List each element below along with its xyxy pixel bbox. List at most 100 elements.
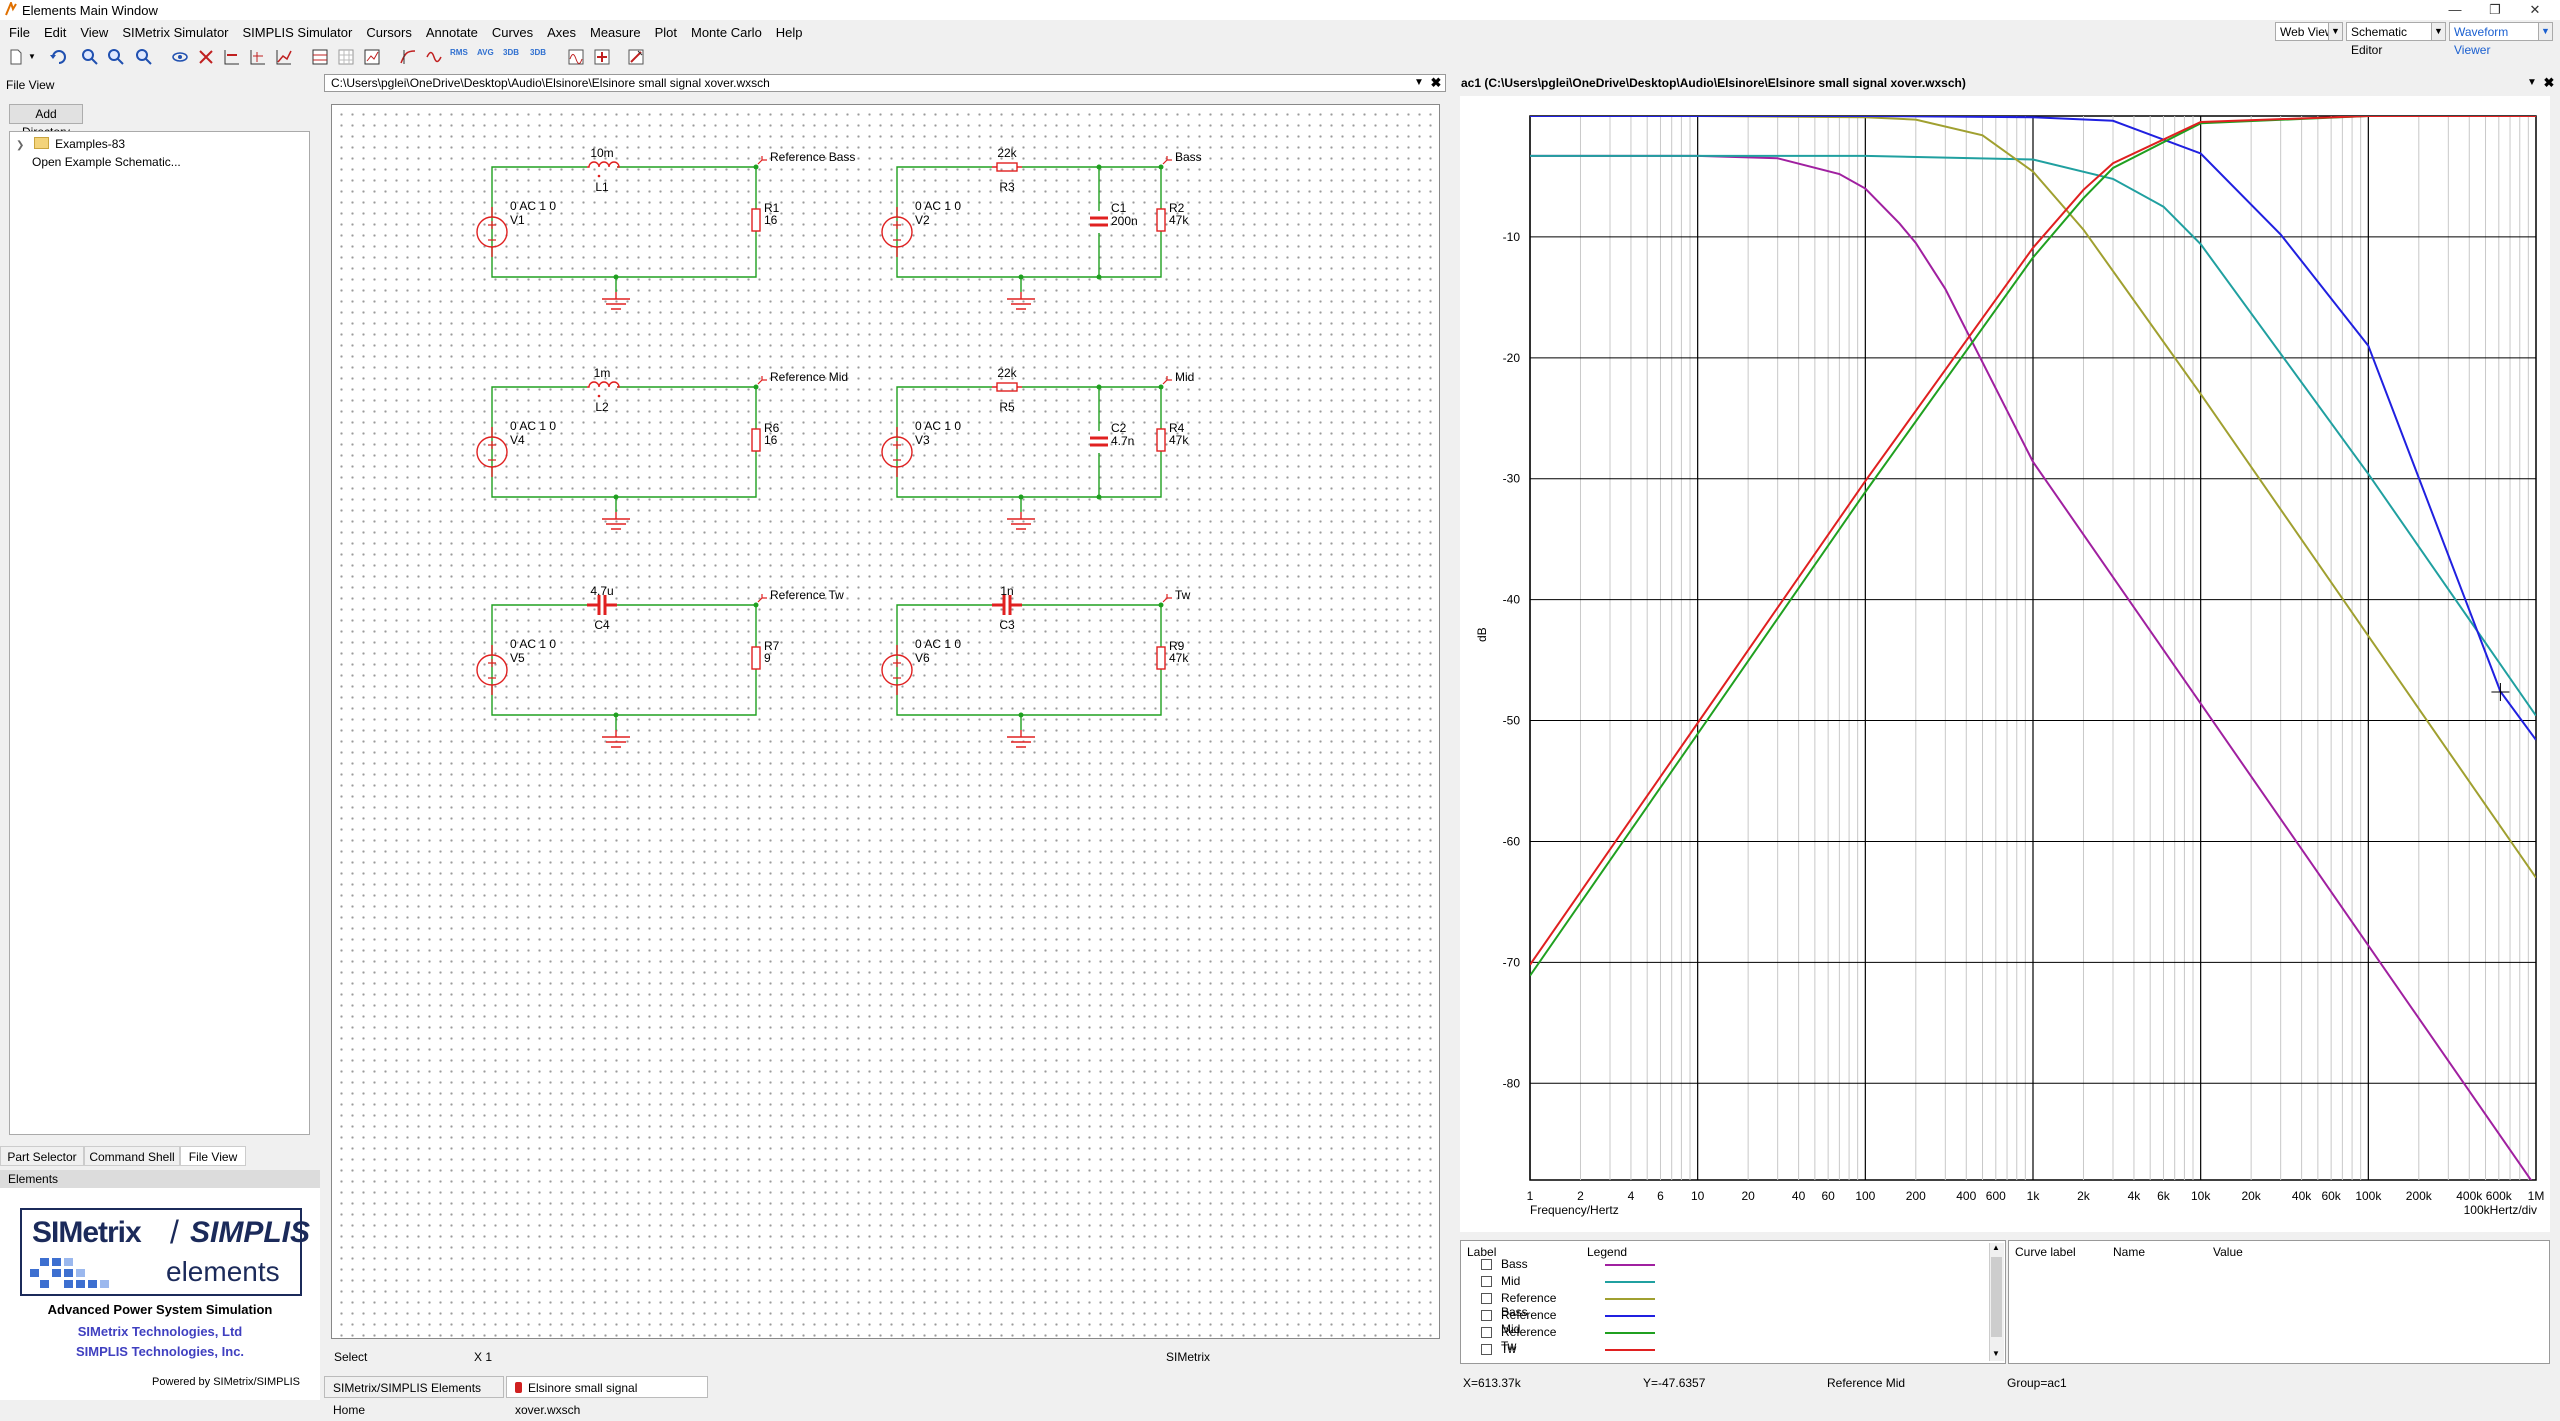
add-axis-icon[interactable]: [222, 47, 242, 67]
new-plot-icon[interactable]: [274, 47, 294, 67]
resistor-icon[interactable]: [751, 208, 761, 232]
tab-command-shell[interactable]: Command Shell: [84, 1146, 180, 1166]
resistor-icon[interactable]: [751, 428, 761, 452]
stack-curves-icon[interactable]: [310, 47, 330, 67]
new-file-icon[interactable]: [6, 47, 26, 67]
circuit-1[interactable]: 0 AC 1 0V110mL1R116Reference Bass: [476, 146, 855, 310]
x-division-label: 100kHertz/div: [2464, 1203, 2537, 1217]
component-value: 10m: [590, 146, 613, 160]
scrollbar-thumb[interactable]: [1991, 1257, 2002, 1337]
probe-icon[interactable]: [1162, 376, 1172, 385]
menu-monte-carlo[interactable]: Monte Carlo: [684, 22, 769, 44]
chevron-down-icon[interactable]: ▼: [1992, 1349, 2000, 1358]
legend-checkbox[interactable]: [1481, 1259, 1492, 1270]
web-view-select[interactable]: Web View ▼: [2275, 22, 2343, 41]
grid-icon[interactable]: [336, 47, 356, 67]
rms-button[interactable]: RMS: [450, 48, 468, 57]
resistor-icon[interactable]: [1156, 646, 1166, 670]
capacitor-icon[interactable]: [587, 595, 617, 615]
tab-file-view[interactable]: File View: [180, 1146, 246, 1166]
menu-simetrix-simulator[interactable]: SIMetrix Simulator: [115, 22, 235, 44]
avg-button[interactable]: AVG: [477, 48, 494, 57]
bode-chart[interactable]: -10 -20 -30 -40 -50 -60 -70 -80 1 2 4 6 10 20 40 60 100 2…: [1460, 96, 2550, 1232]
legend-checkbox[interactable]: [1481, 1310, 1492, 1321]
menu-edit[interactable]: Edit: [37, 22, 73, 44]
x-tick-label: 6: [1657, 1189, 1664, 1203]
add-marker-icon[interactable]: [592, 47, 612, 67]
tree-item-examples[interactable]: ❯ Examples-83: [16, 137, 125, 151]
circuit-4[interactable]: 0 AC 1 0V322kR5C24.7nR447kMid: [881, 366, 1194, 530]
chevron-down-icon[interactable]: ▼: [2524, 75, 2540, 91]
fourier-icon[interactable]: [566, 47, 586, 67]
minimize-icon[interactable]: —: [2435, 0, 2475, 20]
probe-icon[interactable]: [757, 376, 767, 385]
tree-item-open-example[interactable]: Open Example Schematic...: [32, 155, 181, 169]
edit-plot-icon[interactable]: [626, 47, 646, 67]
probe-icon[interactable]: [757, 156, 767, 165]
cursor-icon[interactable]: [398, 47, 418, 67]
circuit-6[interactable]: 0 AC 1 0V61nC3R947kTw: [881, 584, 1191, 748]
circuit-2[interactable]: 0 AC 1 0V222kR3C1200nR247kBass: [881, 146, 1202, 310]
cap-ref: C2: [1111, 421, 1127, 435]
waveform-plot-area[interactable]: -10 -20 -30 -40 -50 -60 -70 -80 1 2 4 6 10 20 40 60 100 2…: [1460, 96, 2550, 1232]
chevron-down-icon[interactable]: ▼: [1411, 75, 1427, 91]
close-icon[interactable]: ✖: [1428, 75, 1444, 91]
menu-simplis-simulator[interactable]: SIMPLIS Simulator: [236, 22, 360, 44]
menu-axes[interactable]: Axes: [540, 22, 583, 44]
menu-help[interactable]: Help: [769, 22, 810, 44]
inductor-icon[interactable]: [587, 161, 620, 168]
menu-file[interactable]: File: [0, 22, 37, 44]
zoom-in-icon[interactable]: [80, 47, 100, 67]
circuit-3[interactable]: 0 AC 1 0V41mL2R616Reference Mid: [476, 366, 848, 530]
zoom-out-icon[interactable]: [106, 47, 126, 67]
add-grid-icon[interactable]: [248, 47, 268, 67]
menu-annotate[interactable]: Annotate: [419, 22, 485, 44]
menu-measure[interactable]: Measure: [583, 22, 648, 44]
probe-icon[interactable]: [757, 594, 767, 603]
waveform-viewer-select[interactable]: Waveform Viewer ▼: [2449, 22, 2553, 57]
legend-scrollbar[interactable]: ▲ ▼: [1989, 1243, 2004, 1361]
probe-label: Bass: [1175, 150, 1202, 164]
legend-checkbox[interactable]: [1481, 1327, 1492, 1338]
menu-curves[interactable]: Curves: [485, 22, 540, 44]
resistor-icon[interactable]: [996, 382, 1018, 392]
legend-checkbox[interactable]: [1481, 1293, 1492, 1304]
resistor-icon[interactable]: [751, 646, 761, 670]
close-icon[interactable]: ✖: [2541, 75, 2557, 91]
menu-plot[interactable]: Plot: [648, 22, 684, 44]
probe-icon[interactable]: [1162, 156, 1172, 165]
tab-part-selector[interactable]: Part Selector: [0, 1146, 84, 1166]
resistor-icon[interactable]: [1156, 428, 1166, 452]
3db-high-button[interactable]: 3DB: [530, 48, 546, 57]
close-icon[interactable]: ✕: [2515, 0, 2555, 20]
restore-icon[interactable]: ❐: [2475, 0, 2515, 20]
legend-checkbox[interactable]: [1481, 1344, 1492, 1355]
schematic-editor-select[interactable]: Schematic Editor ▼: [2346, 22, 2446, 57]
schematic-canvas[interactable]: 0 AC 1 0 V1 10m L1 R1 16 Reference Bass 0 AC 1 …: [331, 104, 1440, 1339]
probe-icon[interactable]: [1162, 594, 1172, 603]
legend-checkbox[interactable]: [1481, 1276, 1492, 1287]
inductor-icon[interactable]: [587, 381, 620, 388]
chevron-up-icon[interactable]: ▲: [1992, 1243, 2000, 1252]
menu-view[interactable]: View: [73, 22, 115, 44]
add-directory-button[interactable]: Add Directory: [9, 104, 83, 139]
plot-settings-icon[interactable]: [362, 47, 382, 67]
file-tree[interactable]: ❯ Examples-83 Open Example Schematic...: [9, 131, 310, 1135]
resistor-icon[interactable]: [1156, 208, 1166, 232]
tab-schematic-file[interactable]: Elsinore small signal xover.wxsch: [506, 1376, 708, 1417]
measure-icon[interactable]: [424, 47, 444, 67]
zoom-fit-icon[interactable]: [134, 47, 154, 67]
view-icon[interactable]: [170, 47, 190, 67]
3db-low-button[interactable]: 3DB: [503, 48, 519, 57]
menu-cursors[interactable]: Cursors: [359, 22, 419, 44]
chevron-right-icon[interactable]: ❯: [16, 140, 24, 151]
resistor-icon[interactable]: [996, 162, 1018, 172]
undo-icon[interactable]: [48, 47, 68, 67]
capacitor-icon[interactable]: [992, 595, 1022, 615]
waveform-title-text: ac1 (C:\Users\pglei\OneDrive\Desktop\Aud…: [1461, 76, 1966, 90]
tab-elements-home[interactable]: SIMetrix/SIMPLIS Elements Home: [324, 1376, 504, 1417]
schematic-drawing[interactable]: 0 AC 1 0V110mL1R116Reference Bass0 AC 1 …: [332, 105, 1439, 1338]
circuit-5[interactable]: 0 AC 1 0V54.7uC4R79Reference Tw: [476, 584, 844, 748]
chevron-down-icon[interactable]: ▼: [28, 52, 36, 61]
delete-curve-icon[interactable]: [196, 47, 216, 67]
